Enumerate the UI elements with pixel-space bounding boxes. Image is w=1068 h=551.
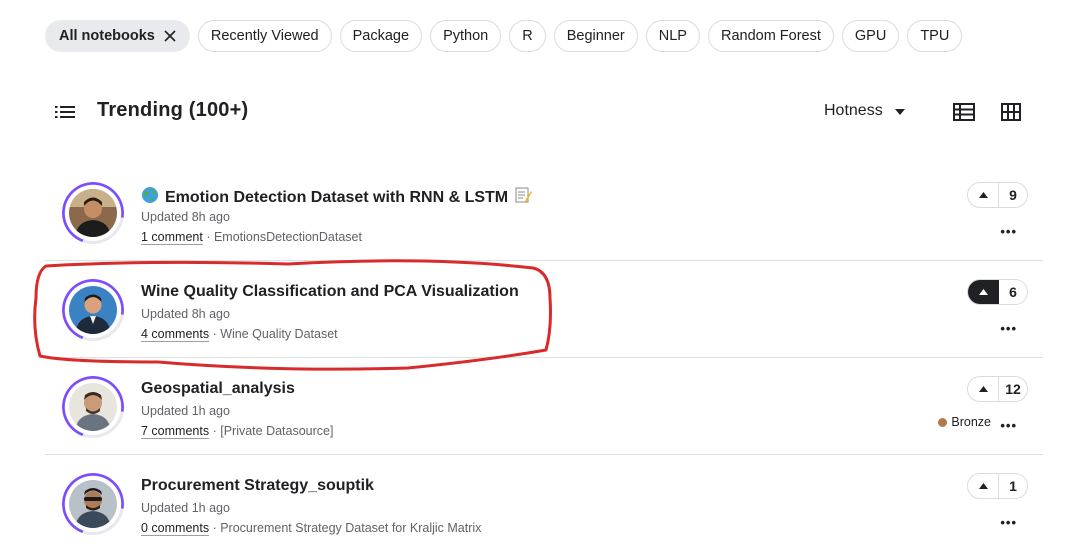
updated-time: Updated 8h ago bbox=[141, 210, 230, 224]
chip-package[interactable]: Package bbox=[339, 20, 423, 52]
avatar[interactable] bbox=[62, 279, 124, 341]
avatar-image bbox=[69, 480, 117, 528]
notebook-meta: 0 comments · Procurement Strategy Datase… bbox=[141, 521, 481, 535]
vote-count: 6 bbox=[1009, 284, 1017, 300]
page-title: Trending (100+) bbox=[97, 99, 249, 121]
grid-view-icon[interactable] bbox=[1001, 103, 1021, 126]
chip-recently-viewed[interactable]: Recently Viewed bbox=[197, 20, 332, 52]
updated-time: Updated 1h ago bbox=[141, 404, 230, 418]
upvote-button[interactable]: 12 bbox=[967, 376, 1028, 402]
list-icon[interactable] bbox=[55, 105, 75, 124]
list-header: Trending (100+) Hotness bbox=[0, 96, 1068, 128]
dataset-link: [Private Datasource] bbox=[220, 424, 334, 438]
chip-gpu[interactable]: GPU bbox=[841, 20, 900, 52]
avatar-image bbox=[69, 286, 117, 334]
notebook-title[interactable]: Geospatial_analysis bbox=[141, 380, 295, 398]
comments-link[interactable]: 4 comments bbox=[141, 327, 209, 341]
notebook-title-text: Procurement Strategy_souptik bbox=[141, 477, 374, 494]
notebook-meta: 7 comments · [Private Datasource] bbox=[141, 424, 333, 438]
notebook-title-text: Wine Quality Classification and PCA Visu… bbox=[141, 283, 519, 300]
updated-time: Updated 1h ago bbox=[141, 501, 230, 515]
dataset-link[interactable]: Procurement Strategy Dataset for Kraljic… bbox=[220, 521, 481, 535]
upvote-button[interactable]: 9 bbox=[967, 182, 1028, 208]
avatar[interactable] bbox=[62, 376, 124, 438]
separator: · bbox=[206, 230, 214, 244]
avatar[interactable] bbox=[62, 182, 124, 244]
notebook-meta: 1 comment · EmotionsDetectionDataset bbox=[141, 230, 362, 244]
upvote-icon[interactable] bbox=[968, 183, 999, 207]
chip-label: Random Forest bbox=[720, 28, 821, 44]
notebook-title-text: Geospatial_analysis bbox=[141, 380, 295, 397]
close-icon[interactable] bbox=[163, 29, 177, 43]
comments-link[interactable]: 7 comments bbox=[141, 424, 209, 438]
notebook-title[interactable]: Procurement Strategy_souptik bbox=[141, 477, 374, 495]
comments-link[interactable]: 1 comment bbox=[141, 230, 203, 244]
medal-label: Bronze bbox=[951, 415, 991, 429]
more-options-icon[interactable]: ••• bbox=[1000, 321, 1017, 336]
dataset-link[interactable]: Wine Quality Dataset bbox=[220, 327, 337, 341]
medal-badge: Bronze bbox=[938, 415, 991, 429]
sort-label: Hotness bbox=[824, 102, 883, 119]
more-options-icon[interactable]: ••• bbox=[1000, 418, 1017, 433]
chip-label: Python bbox=[443, 28, 489, 44]
list-item[interactable]: Wine Quality Classification and PCA Visu… bbox=[45, 261, 1043, 358]
upvote-icon[interactable] bbox=[968, 377, 999, 401]
chip-label: Recently Viewed bbox=[210, 28, 319, 44]
chip-nlp[interactable]: NLP bbox=[645, 20, 700, 52]
chip-label: Package bbox=[352, 28, 410, 44]
chip-label: R bbox=[522, 28, 533, 44]
chip-label: TPU bbox=[920, 28, 950, 44]
more-options-icon[interactable]: ••• bbox=[1000, 224, 1017, 239]
chip-python[interactable]: Python bbox=[430, 20, 502, 52]
chip-label: NLP bbox=[658, 28, 687, 44]
avatar[interactable] bbox=[62, 473, 124, 535]
upvote-icon[interactable] bbox=[968, 474, 999, 498]
table-view-icon[interactable] bbox=[953, 103, 975, 126]
chip-label: Beginner bbox=[566, 28, 625, 44]
chip-tpu[interactable]: TPU bbox=[907, 20, 963, 52]
upvote-icon[interactable] bbox=[968, 280, 999, 304]
memo-icon bbox=[514, 186, 533, 209]
notebook-title[interactable]: Emotion Detection Dataset with RNN & LST… bbox=[141, 186, 533, 209]
notebook-title-text: Emotion Detection Dataset with RNN & LST… bbox=[165, 188, 509, 206]
chip-all-notebooks[interactable]: All notebooks bbox=[45, 20, 190, 52]
caret-down-icon bbox=[894, 102, 905, 120]
list-item[interactable]: Procurement Strategy_souptik Updated 1h … bbox=[45, 455, 1043, 551]
list-item[interactable]: Emotion Detection Dataset with RNN & LST… bbox=[45, 164, 1043, 261]
notebook-meta: 4 comments · Wine Quality Dataset bbox=[141, 327, 338, 341]
notebook-title[interactable]: Wine Quality Classification and PCA Visu… bbox=[141, 283, 519, 301]
chip-r[interactable]: R bbox=[509, 20, 546, 52]
upvote-button[interactable]: 1 bbox=[967, 473, 1028, 499]
vote-count: 9 bbox=[1009, 187, 1017, 203]
avatar-image bbox=[69, 189, 117, 237]
chip-label: GPU bbox=[854, 28, 887, 44]
vote-count: 12 bbox=[1005, 381, 1021, 397]
filter-chips: All notebooks Recently Viewed Package Py… bbox=[45, 20, 963, 52]
sort-dropdown[interactable]: Hotness bbox=[824, 102, 905, 120]
vote-count: 1 bbox=[1009, 478, 1017, 494]
avatar-image bbox=[69, 383, 117, 431]
chip-label: All notebooks bbox=[59, 28, 155, 44]
chip-beginner[interactable]: Beginner bbox=[553, 20, 638, 52]
comments-link[interactable]: 0 comments bbox=[141, 521, 209, 535]
list-item[interactable]: Geospatial_analysis Updated 1h ago 7 com… bbox=[45, 358, 1043, 455]
bronze-medal-icon bbox=[938, 417, 948, 427]
chip-random-forest[interactable]: Random Forest bbox=[707, 20, 834, 52]
more-options-icon[interactable]: ••• bbox=[1000, 515, 1017, 530]
updated-time: Updated 8h ago bbox=[141, 307, 230, 321]
dataset-link[interactable]: EmotionsDetectionDataset bbox=[214, 230, 362, 244]
upvote-button[interactable]: 6 bbox=[967, 279, 1028, 305]
globe-icon bbox=[141, 186, 159, 209]
